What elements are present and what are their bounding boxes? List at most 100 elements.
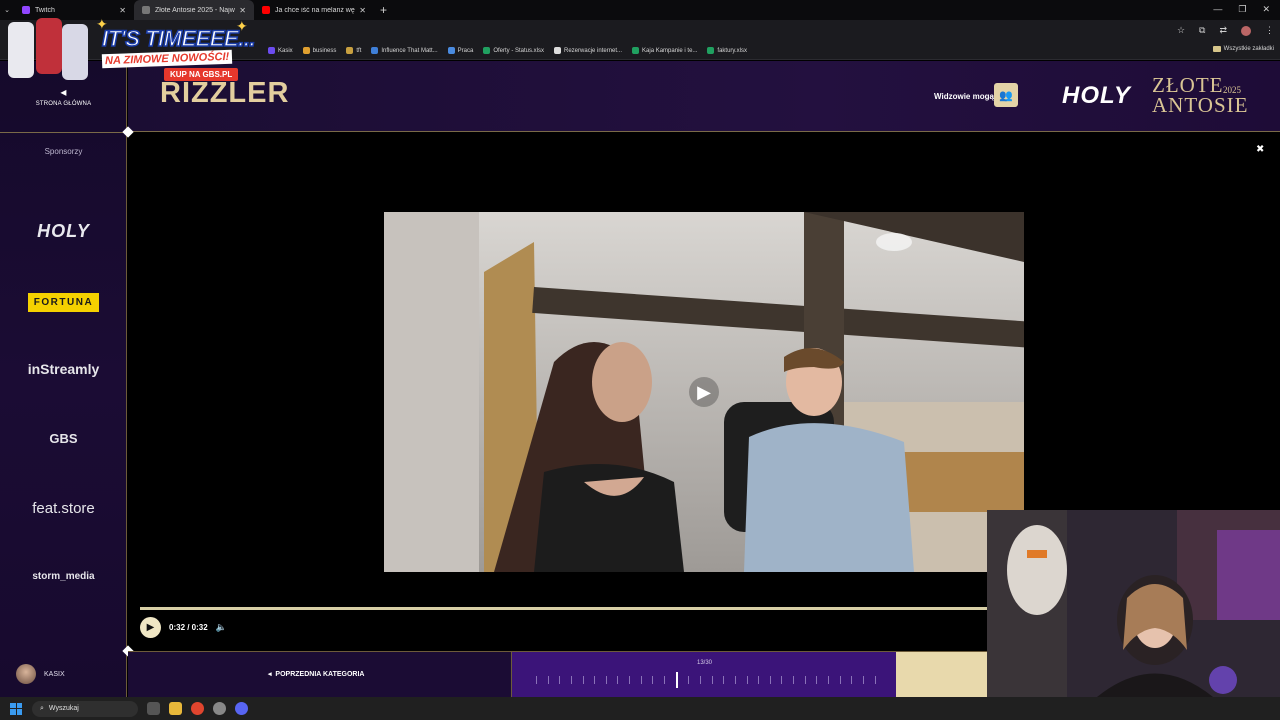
- category-tick: [781, 676, 783, 684]
- current-category-tick: [675, 672, 678, 688]
- sponsor-gbs-logo[interactable]: GBS: [0, 431, 127, 446]
- bookmark-icon: [371, 47, 379, 54]
- category-tick: [688, 676, 690, 684]
- sheets-icon: [632, 47, 640, 54]
- viewers-label: Widzowie mogą: [934, 92, 994, 101]
- sponsor-holy-logo[interactable]: HOLY: [0, 221, 127, 242]
- sponsors-heading: Sponsorzy: [44, 147, 83, 156]
- restore-icon[interactable]: ❐: [1238, 4, 1246, 15]
- discord-icon[interactable]: [235, 702, 248, 715]
- player-controls: ▶ 0:32 / 0:32 🔈: [140, 616, 227, 638]
- category-tick: [699, 676, 701, 684]
- taskbar-search[interactable]: ⌕ Wyszukaj: [32, 700, 138, 717]
- category-tick: [804, 676, 806, 684]
- category-tick: [582, 676, 584, 684]
- sponsor-stormmedia-logo[interactable]: storm_media: [0, 571, 127, 582]
- play-icon[interactable]: ▶: [689, 377, 719, 407]
- category-tick: [746, 676, 748, 684]
- tab-label: Złote Antosie 2025 - Największ: [155, 6, 235, 14]
- user-profile[interactable]: KASIX: [0, 651, 127, 697]
- voting-page: ◂ STRONA GŁÓWNA Sponsorzy HOLY FORTUNA i…: [0, 61, 1280, 698]
- profile-avatar[interactable]: [1241, 25, 1251, 36]
- home-link[interactable]: ◂ STRONA GŁÓWNA: [0, 85, 127, 107]
- promo-cta[interactable]: KUP NA GBS.PL: [164, 68, 239, 81]
- video-player[interactable]: ▶: [384, 212, 1024, 572]
- chrome-profile-icon[interactable]: [213, 702, 226, 715]
- streamer-webcam: [987, 510, 1280, 697]
- tab-label: Ja chce iść na melanż wężcie m: [275, 6, 355, 14]
- task-view-icon[interactable]: [147, 702, 160, 715]
- bookmark-icon: [268, 47, 275, 54]
- file-explorer-icon[interactable]: [169, 702, 182, 715]
- bookmark-star-icon[interactable]: ☆: [1177, 25, 1185, 36]
- bookmark-label: Influence That Matt...: [381, 47, 438, 54]
- translate-icon[interactable]: ⇄: [1219, 25, 1227, 36]
- category-tick: [862, 676, 864, 684]
- bookmark-oferty[interactable]: Oferty - Status.xlsx: [483, 47, 544, 54]
- category-tick: [839, 676, 841, 684]
- windows-start-icon[interactable]: [10, 702, 22, 715]
- category-tick: [769, 676, 771, 684]
- video-progress-bar[interactable]: [140, 607, 987, 610]
- new-tab-button[interactable]: +: [380, 3, 387, 17]
- category-tick: [734, 676, 736, 684]
- sponsor-fortuna-logo[interactable]: FORTUNA: [0, 292, 127, 312]
- all-bookmarks-label: Wszystkie zakładki: [1223, 46, 1274, 52]
- bookmark-influence[interactable]: Influence That Matt...: [371, 47, 438, 54]
- bookmark-icon: [302, 47, 310, 54]
- next-category-button[interactable]: [896, 652, 987, 698]
- tab-youtube[interactable]: Ja chce iść na melanż wężcie m ✕: [254, 0, 374, 20]
- bookmark-faktury[interactable]: faktury.xlsx: [707, 47, 747, 54]
- chrome-icon[interactable]: [191, 702, 204, 715]
- sidebar: ◂ STRONA GŁÓWNA Sponsorzy HOLY FORTUNA i…: [0, 61, 127, 697]
- viewers-vote-button[interactable]: 👥: [994, 83, 1018, 107]
- category-tick: [816, 676, 818, 684]
- menu-kebab-icon[interactable]: ⋮: [1265, 25, 1274, 36]
- category-progress: 13/30: [511, 652, 896, 698]
- bookmark-icon: [554, 47, 562, 54]
- previous-category-button[interactable]: ◂ POPRZEDNIA KATEGORIA: [268, 670, 364, 678]
- brand-year: 2025: [1223, 85, 1241, 95]
- category-tick: [652, 676, 654, 684]
- close-window-icon[interactable]: ✕: [1262, 4, 1270, 15]
- sheets-icon: [483, 47, 491, 54]
- arrow-left-icon: ◂: [268, 671, 274, 678]
- bookmark-rezerwacje[interactable]: Rezerwacje internet...: [554, 47, 622, 54]
- page-favicon-icon: [142, 6, 150, 14]
- home-label: STRONA GŁÓWNA: [35, 101, 92, 107]
- bookmark-icon: [447, 47, 455, 54]
- extensions-icon[interactable]: ⧉: [1199, 25, 1205, 36]
- category-tick: [851, 676, 853, 684]
- bookmark-label: Praca: [457, 47, 474, 54]
- window-controls: — ❐ ✕: [1213, 4, 1270, 15]
- bookmark-label: business: [312, 47, 337, 54]
- category-tick: [570, 676, 572, 684]
- can-image: [62, 24, 88, 80]
- sponsor-instreamly-logo[interactable]: inStreamly: [0, 361, 127, 377]
- category-tick: [758, 676, 760, 684]
- close-tab-icon[interactable]: ✕: [359, 6, 366, 15]
- sponsor-featstore-logo[interactable]: feat.store: [0, 500, 127, 517]
- avatar: [16, 664, 36, 684]
- category-ticks: [536, 672, 876, 688]
- bookmark-business[interactable]: business: [302, 47, 337, 54]
- bookmark-tft[interactable]: tft: [346, 47, 361, 54]
- all-bookmarks[interactable]: Wszystkie zakładki: [1212, 46, 1274, 52]
- close-icon[interactable]: ✖: [1256, 144, 1264, 155]
- play-icon: ▶: [146, 621, 155, 633]
- bookmark-praca[interactable]: Praca: [447, 47, 474, 54]
- bookmark-label: Kaja Kampanie i te...: [642, 47, 698, 54]
- bookmark-label: tft: [356, 47, 362, 54]
- category-tick: [559, 676, 561, 684]
- bookmark-kaja[interactable]: Kaja Kampanie i te...: [632, 47, 697, 54]
- play-button[interactable]: ▶: [140, 616, 161, 638]
- bookmark-label: Rezerwacje internet...: [564, 47, 623, 54]
- bookmark-kasix[interactable]: Kasix: [268, 47, 293, 54]
- minimize-icon[interactable]: —: [1213, 4, 1222, 15]
- toolbar-actions: ☆ ⧉ ⇄ ⋮: [1177, 25, 1274, 36]
- search-placeholder: Wyszukaj: [48, 705, 79, 712]
- tab-search-chevron-icon[interactable]: ⌄: [0, 6, 14, 14]
- previous-category-label: POPRZEDNIA KATEGORIA: [275, 671, 365, 678]
- volume-icon[interactable]: 🔈: [216, 622, 227, 633]
- promo-banner[interactable]: ✦ ✦ IT'S TIMEEEE... NA ZIMOWE NOWOŚCI! K…: [4, 14, 260, 88]
